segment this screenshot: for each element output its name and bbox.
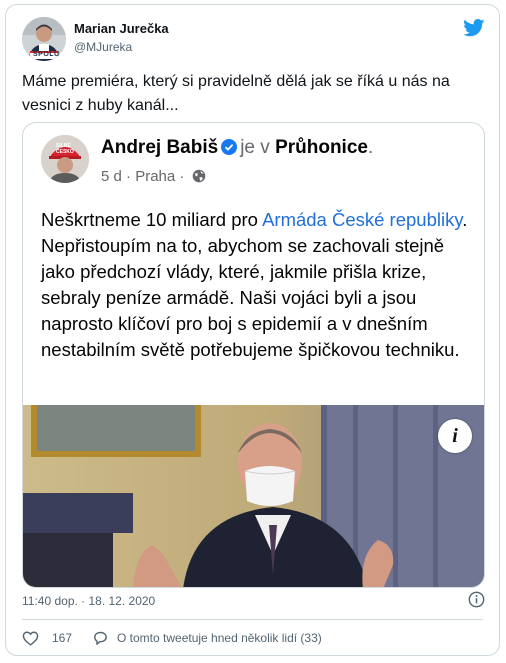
embed-meta-sep-2: ·: [179, 168, 185, 185]
author-name[interactable]: Marian Jurečka: [74, 21, 169, 36]
embed-meta-sep: ·: [126, 168, 132, 185]
info-icon[interactable]: i: [438, 419, 472, 453]
embedded-image[interactable]: SILNÉ ČESKO Andrej Babiš je v Průhonice . …: [22, 122, 485, 588]
embed-meta: 5 d · Praha ·: [101, 168, 206, 185]
embed-period: .: [367, 137, 374, 158]
like-button[interactable]: 167: [22, 629, 72, 647]
tweet-text: Máme premiéra, který si pravidelně dělá …: [22, 73, 450, 114]
embed-city: Praha: [135, 168, 176, 185]
embed-author-avatar: SILNÉ ČESKO: [41, 135, 89, 183]
heart-icon: [22, 631, 39, 646]
reply-label: O tomto tweetuje hned několik lidí (33): [117, 631, 322, 645]
embed-verb: je v: [240, 137, 270, 158]
like-count: 167: [52, 631, 73, 645]
globe-icon: [192, 169, 205, 183]
twitter-bird-icon[interactable]: [463, 19, 485, 37]
tweet-timestamp[interactable]: 11:40 dop. · 18. 12. 2020: [22, 594, 155, 608]
embed-location: Průhonice: [275, 137, 368, 158]
avatar-badge: SPOLU: [33, 51, 60, 58]
verified-check-icon: [221, 139, 238, 155]
embed-author-name: Andrej Babiš: [101, 137, 219, 158]
tweet-card: SPOLU Marian Jurečka @MJureka Máme premi…: [5, 4, 500, 656]
author-avatar[interactable]: SPOLU: [22, 17, 66, 61]
post-text-1: Neškrtneme 10 miliard pro: [41, 209, 263, 230]
author-handle[interactable]: @MJureka: [74, 40, 132, 54]
replies-link[interactable]: O tomto tweetuje hned několik lidí (33): [92, 629, 322, 647]
embed-post-text: Neškrtneme 10 miliard pro Armáda České r…: [41, 207, 481, 363]
embed-photo: i: [23, 405, 484, 587]
post-link[interactable]: Armáda České republiky: [262, 209, 462, 230]
post-text-2: . Nepřistoupím na to, abychom se zachova…: [41, 209, 468, 360]
hat-text-2: ČESKO: [56, 149, 74, 155]
info-icon[interactable]: [468, 591, 485, 608]
embed-age: 5 d: [101, 168, 122, 185]
footer-divider: [22, 619, 483, 620]
comment-icon: [94, 631, 107, 645]
embed-header: Andrej Babiš je v Průhonice.: [101, 137, 373, 159]
